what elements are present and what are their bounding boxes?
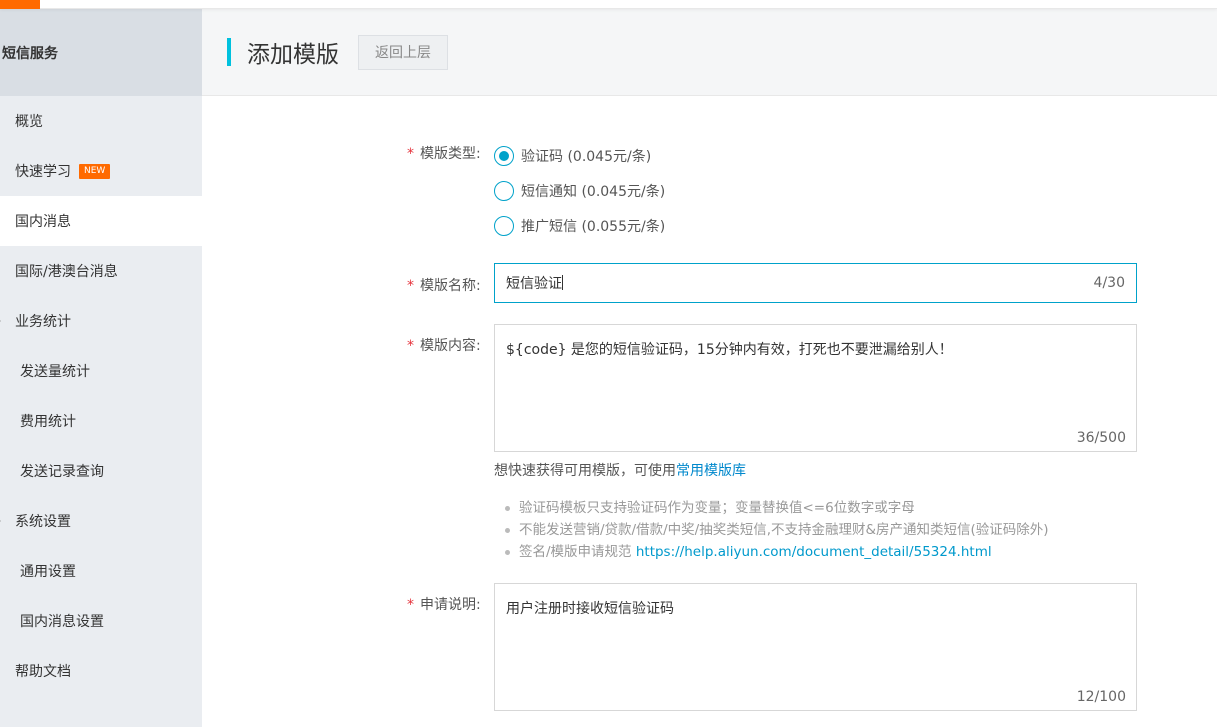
radio-checked-icon [494,146,514,166]
list-item: 不能发送营销/贷款/借款/中奖/抽奖类短信,不支持金融理财&房产通知类短信(验证… [505,519,1049,541]
sidebar-item-domestic-messages[interactable]: 国内消息 [0,196,202,246]
radio-sms-notification[interactable]: 短信通知 (0.045元/条) [494,181,665,201]
sidebar-item-label: 费用统计 [20,414,76,430]
spec-doc-link[interactable]: https://help.aliyun.com/document_detail/… [636,544,992,560]
radio-label: 验证码 (0.045元/条) [521,149,652,165]
sidebar-item-general-settings[interactable]: 通用设置 [0,546,202,596]
template-content-textarea[interactable]: ${code} 是您的短信验证码，15分钟内有效，打死也不要泄漏给别人！ 36/… [494,324,1137,452]
sidebar-item-label: 业务统计 [15,314,71,330]
sidebar-item-send-volume-stats[interactable]: 发送量统计 [0,346,202,396]
sidebar-item-label: 帮助文档 [15,664,71,680]
template-library-hint: 想快速获得可用模版，可使用常用模版库 [494,463,746,479]
back-button[interactable]: 返回上层 [358,34,448,70]
radio-verification-code[interactable]: 验证码 (0.045元/条) [494,146,651,166]
template-type-label: * 模版类型: [407,146,481,162]
sidebar-item-help-docs[interactable]: 帮助文档 [0,646,202,696]
application-remark-textarea[interactable]: 用户注册时接收短信验证码 12/100 [494,583,1137,711]
expand-arrow-icon [0,318,1,324]
remark-char-counter: 12/100 [1076,689,1126,705]
template-content-value: ${code} 是您的短信验证码，15分钟内有效，打死也不要泄漏给别人！ [506,342,953,358]
sidebar-item-label: 概览 [15,114,43,130]
application-remark-value: 用户注册时接收短信验证码 [506,601,674,617]
sidebar-item-system-settings[interactable]: 系统设置 [0,496,202,546]
required-mark: * [407,146,414,162]
sidebar-header: 短信服务 [0,9,202,96]
page-title: 添加模版 [247,42,339,68]
top-bar [0,0,1217,9]
sidebar-item-label: 通用设置 [20,564,76,580]
sidebar-item-label: 国际/港澳台消息 [15,264,118,280]
template-name-label: * 模版名称: [407,278,481,294]
sidebar-item-label: 国内消息设置 [20,614,104,630]
required-mark: * [407,278,414,294]
sidebar-item-cost-stats[interactable]: 费用统计 [0,396,202,446]
template-name-input[interactable]: 短信验证 4/30 [494,263,1137,303]
list-item: 验证码模板只支持验证码作为变量；变量替换值<=6位数字或字母 [505,497,1049,519]
title-accent-bar [227,38,231,66]
radio-label: 短信通知 (0.045元/条) [521,184,666,200]
sidebar-item-label: 快速学习 [15,164,71,180]
sidebar-item-overview[interactable]: 概览 [0,96,202,146]
sidebar-item-send-records[interactable]: 发送记录查询 [0,446,202,496]
sidebar: 短信服务 概览 快速学习 NEW 国内消息 国际/港澳台消息 业务统计 发送量统… [0,9,202,727]
sidebar-item-label: 国内消息 [15,214,71,230]
radio-unchecked-icon [494,216,514,236]
template-library-link[interactable]: 常用模版库 [676,463,746,479]
sidebar-item-label: 系统设置 [15,514,71,530]
template-name-value: 短信验证 [506,276,562,292]
sidebar-item-label: 发送记录查询 [20,464,104,480]
application-remark-label: * 申请说明: [407,597,481,613]
main-content: 添加模版 返回上层 * 模版类型: 验证码 (0.045元/条) 短信通知 (0.… [202,9,1217,727]
list-item: 签名/模版申请规范 https://help.aliyun.com/docume… [505,541,1049,563]
page-header: 添加模版 返回上层 [202,9,1217,96]
sidebar-item-quick-learn[interactable]: 快速学习 NEW [0,146,202,196]
required-mark: * [407,338,414,354]
text-cursor [562,275,563,290]
sidebar-item-business-stats[interactable]: 业务统计 [0,296,202,346]
name-char-counter: 4/30 [1093,275,1125,291]
brand-logo[interactable] [0,0,40,9]
sidebar-item-label: 发送量统计 [20,364,90,380]
content-char-counter: 36/500 [1076,430,1126,446]
sidebar-item-international-messages[interactable]: 国际/港澳台消息 [0,246,202,296]
template-content-label: * 模版内容: [407,338,481,354]
sidebar-item-domestic-message-settings[interactable]: 国内消息设置 [0,596,202,646]
radio-unchecked-icon [494,181,514,201]
expand-arrow-icon [0,518,1,524]
radio-promotion-sms[interactable]: 推广短信 (0.055元/条) [494,216,665,236]
required-mark: * [407,597,414,613]
template-tips-list: 验证码模板只支持验证码作为变量；变量替换值<=6位数字或字母 不能发送营销/贷款… [505,497,1049,563]
radio-label: 推广短信 (0.055元/条) [521,219,666,235]
new-badge: NEW [79,163,111,179]
